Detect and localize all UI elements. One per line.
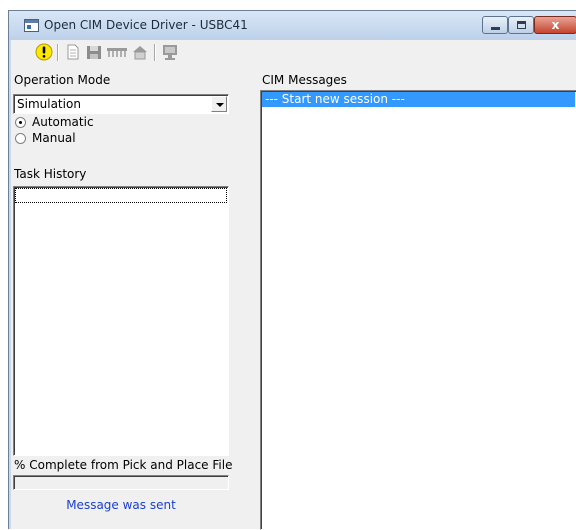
save-button[interactable] <box>85 43 103 61</box>
app-window-icon[interactable] <box>24 19 39 32</box>
warning-icon <box>35 43 53 61</box>
minimize-button[interactable] <box>482 16 508 34</box>
radio-automatic-indicator[interactable] <box>15 117 26 128</box>
cim-messages-label: CIM Messages <box>262 73 347 87</box>
client-area: Operation Mode Simulation Automatic Manu… <box>11 40 576 530</box>
progress-label: % Complete from Pick and Place File <box>14 458 233 472</box>
operation-mode-label: Operation Mode <box>14 73 111 87</box>
close-button[interactable]: x <box>534 16 576 34</box>
progress-bar <box>13 475 229 490</box>
maximize-icon <box>517 21 526 29</box>
app-window: Open CIM Device Driver - USBC41 x Operat… <box>8 10 576 530</box>
task-history-label: Task History <box>14 167 87 181</box>
monitor-icon <box>163 45 177 60</box>
message-item[interactable]: --- Start new session --- <box>262 92 575 107</box>
toolbar-separator <box>57 44 59 61</box>
task-history-focus-row[interactable] <box>15 188 227 203</box>
toolbar-separator <box>154 44 156 61</box>
operation-mode-select[interactable]: Simulation <box>13 94 229 114</box>
cim-messages-list[interactable]: --- Start new session --- <box>260 90 576 530</box>
warning-button[interactable] <box>35 43 53 61</box>
radio-manual-label: Manual <box>32 131 76 145</box>
maximize-button[interactable] <box>508 16 534 34</box>
title-bar[interactable]: Open CIM Device Driver - USBC41 x <box>9 11 576 40</box>
home-icon <box>133 46 147 60</box>
window-title: Open CIM Device Driver - USBC41 <box>44 18 248 32</box>
home-button[interactable] <box>131 43 149 61</box>
toolbar <box>11 40 576 65</box>
task-history-list[interactable] <box>13 186 229 456</box>
radio-automatic-label: Automatic <box>32 115 94 129</box>
document-button[interactable] <box>64 43 82 61</box>
document-icon <box>67 44 79 60</box>
close-icon: x <box>551 18 560 32</box>
status-message: Message was sent <box>66 498 176 512</box>
monitor-button[interactable] <box>161 43 179 61</box>
radio-manual-indicator[interactable] <box>15 133 26 144</box>
operation-mode-value: Simulation <box>17 97 81 111</box>
ruler-button[interactable] <box>106 43 128 61</box>
minimize-icon <box>491 27 500 30</box>
save-icon <box>87 46 101 59</box>
chevron-down-icon[interactable] <box>211 96 227 112</box>
ruler-icon <box>107 48 127 57</box>
